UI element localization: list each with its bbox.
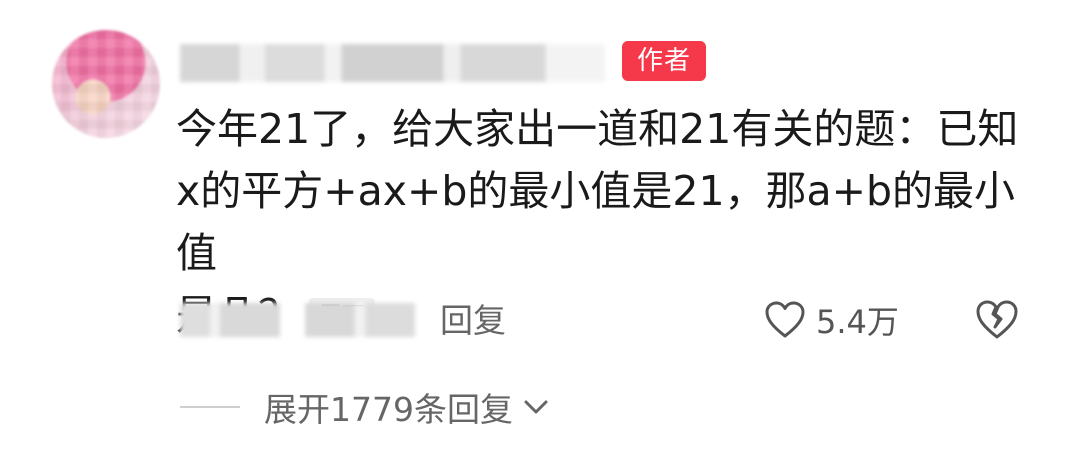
reply-button[interactable]: 回复 [440, 298, 506, 344]
dislike-button[interactable] [974, 298, 1020, 342]
like-count: 5.4万 [816, 303, 899, 341]
timestamp-blurred [180, 303, 280, 337]
like-button[interactable]: 5.4万 [764, 296, 899, 344]
username-blurred[interactable] [180, 44, 605, 82]
heart-outline-icon [764, 300, 806, 340]
expand-replies[interactable]: 展开1779条回复 [180, 382, 551, 432]
divider-line [180, 406, 240, 408]
comment-line-2: x的平方+ax+b的最小值是21，那a+b的最小值 [176, 167, 1016, 277]
chevron-down-icon [521, 397, 551, 417]
author-badge: 作者 [622, 41, 706, 81]
expand-replies-label: 展开1779条回复 [264, 390, 513, 429]
avatar[interactable] [52, 30, 160, 138]
broken-heart-icon [974, 298, 1020, 342]
location-blurred [305, 303, 415, 337]
comment-line-1: 今年21了，给大家出一道和21有关的题：已知 [176, 105, 1019, 153]
